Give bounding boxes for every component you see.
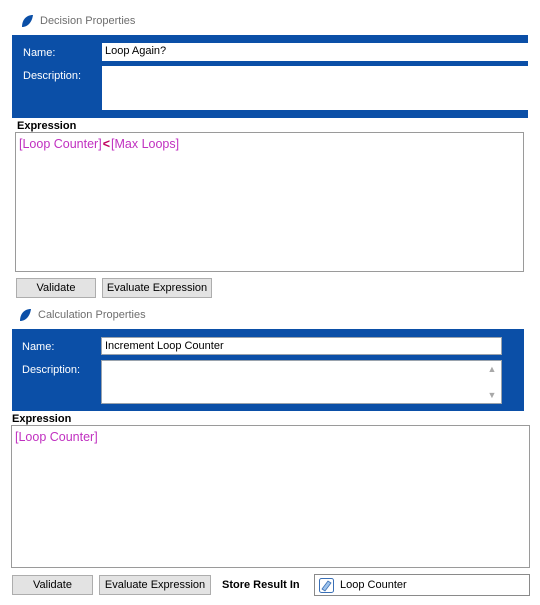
calculation-description-field[interactable] [101,360,502,404]
calculation-name-field[interactable]: Increment Loop Counter [101,337,502,355]
blue-leaf-icon [20,309,31,321]
calculation-validate-button[interactable]: Validate [12,575,93,595]
expression-token-loop-counter: [Loop Counter] [19,137,102,151]
decision-name-label: Name: [23,47,56,59]
decision-validate-button[interactable]: Validate [16,278,96,298]
store-result-field[interactable]: Loop Counter [314,574,530,596]
description-scrollbar[interactable]: ▲ ▼ [484,361,500,403]
expression-token-loop-counter: [Loop Counter] [15,430,98,444]
decision-description-label: Description: [23,70,82,82]
calculation-panel-title: Calculation Properties [18,308,146,322]
data-item-icon [319,577,334,593]
decision-name-field[interactable]: Loop Again? [102,43,528,61]
calculation-panel-title-text: Calculation Properties [38,309,146,321]
expression-operator: < [102,137,111,151]
scroll-up-icon[interactable]: ▲ [488,364,497,374]
blue-leaf-icon [22,15,33,27]
calculation-description-label: Description: [22,364,81,376]
decision-panel-title: Decision Properties [20,14,135,28]
decision-description-field[interactable] [102,66,528,110]
scroll-down-icon[interactable]: ▼ [488,390,497,400]
decision-panel-title-text: Decision Properties [40,15,136,27]
calculation-expression-label: Expression [12,413,72,425]
expression-token-max-loops: [Max Loops] [111,137,180,151]
store-result-value: Loop Counter [340,579,407,591]
store-result-label: Store Result In [222,579,300,591]
decision-expression-label: Expression [17,120,77,132]
calculation-name-label: Name: [22,341,55,353]
calculation-expression-editor[interactable]: [Loop Counter] [11,425,530,568]
decision-evaluate-expression-button[interactable]: Evaluate Expression [102,278,212,298]
calculation-evaluate-expression-button[interactable]: Evaluate Expression [99,575,211,595]
decision-expression-editor[interactable]: [Loop Counter]<[Max Loops] [15,132,524,272]
